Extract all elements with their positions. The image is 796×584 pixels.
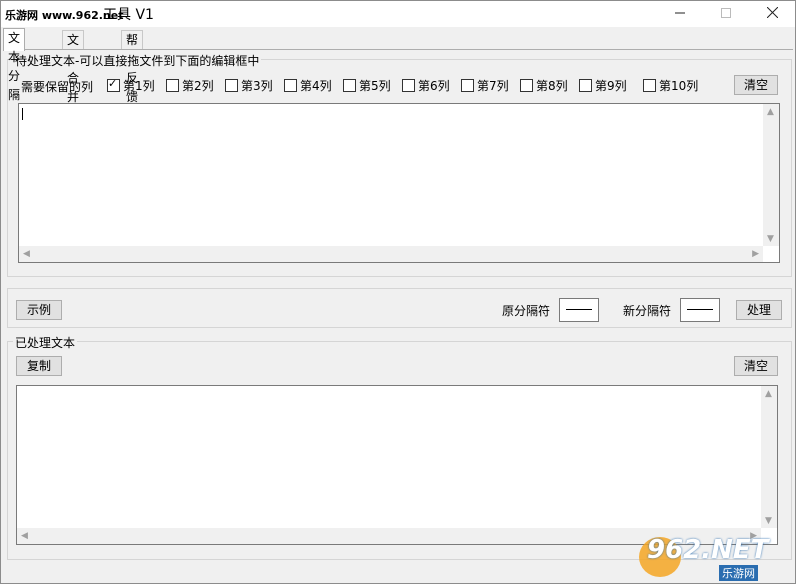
input-horizontal-scrollbar[interactable]: ◀ ▶: [19, 246, 763, 262]
column-checkbox-4[interactable]: 第4列: [284, 77, 332, 93]
checkbox-label: 第5列: [359, 78, 391, 93]
checkbox-label: 第6列: [418, 78, 450, 93]
scroll-up-icon[interactable]: ▲: [765, 389, 772, 399]
separator-dash: [566, 309, 592, 310]
orig-separator-label: 原分隔符: [502, 304, 551, 318]
button-label: 清空: [743, 78, 768, 92]
column-checkbox-9[interactable]: 第9列: [579, 77, 627, 93]
scroll-down-icon[interactable]: ▼: [767, 234, 774, 244]
keep-columns-label: 需要保留的列: [21, 80, 94, 94]
minimize-icon: [675, 12, 685, 14]
input-vertical-scrollbar[interactable]: ▲ ▼: [763, 104, 779, 246]
button-label: 复制: [26, 359, 51, 373]
close-icon: [766, 6, 778, 19]
checkbox-box[interactable]: [284, 78, 297, 92]
title-bar: 乐游网 www.962.net 工具 V1: [1, 1, 795, 27]
checkbox-box[interactable]: [225, 78, 238, 92]
button-label: 示例: [26, 303, 51, 317]
minimize-button[interactable]: [657, 1, 703, 27]
output-vertical-scrollbar[interactable]: ▲ ▼: [761, 386, 777, 528]
column-checkbox-3[interactable]: 第3列: [225, 77, 273, 93]
tab-panel-border: [3, 49, 793, 50]
column-checkbox-1[interactable]: ✓ 第1列: [107, 77, 155, 93]
site-watermark: 962.NET 乐游网: [639, 535, 789, 581]
input-textarea[interactable]: ▲ ▼ ◀ ▶: [18, 103, 780, 263]
column-checkbox-6[interactable]: 第6列: [402, 77, 450, 93]
checkbox-box[interactable]: [520, 78, 533, 92]
app-window: 乐游网 www.962.net 工具 V1 文本分隔 文本合并 帮助反馈 待处理…: [0, 0, 796, 584]
checkbox-box[interactable]: [166, 78, 179, 92]
column-checkbox-5[interactable]: 第5列: [343, 77, 391, 93]
scroll-down-icon[interactable]: ▼: [765, 516, 772, 526]
clear-input-button[interactable]: 清空: [734, 75, 778, 95]
column-checkbox-10[interactable]: 第10列: [643, 77, 698, 93]
checkbox-label: 第9列: [595, 78, 627, 93]
separator-dash: [687, 309, 713, 310]
watermark-sub-text: 乐游网: [719, 565, 758, 581]
checkbox-box[interactable]: [643, 78, 656, 92]
scroll-left-icon[interactable]: ◀: [21, 531, 28, 541]
tab-text-merge[interactable]: 文本合并: [62, 30, 85, 104]
checkbox-label: 第7列: [477, 78, 509, 93]
example-button[interactable]: 示例: [16, 300, 62, 320]
checkbox-label: 第8列: [536, 78, 568, 93]
button-label: 清空: [743, 359, 768, 373]
tab-help-feedback[interactable]: 帮助反馈: [121, 30, 144, 104]
orig-separator-input[interactable]: [559, 298, 599, 322]
checkbox-label: 第1列: [123, 78, 155, 93]
tab-label: 文本分隔: [8, 31, 21, 102]
maximize-button[interactable]: [703, 1, 749, 27]
window-title: 工具 V1: [103, 7, 154, 23]
checkbox-label: 第10列: [659, 78, 699, 93]
copy-button[interactable]: 复制: [16, 356, 62, 376]
output-textarea[interactable]: ▲ ▼ ◀ ▶: [16, 385, 778, 545]
column-checkbox-2[interactable]: 第2列: [166, 77, 214, 93]
checkbox-label: 第2列: [182, 78, 214, 93]
clear-output-button[interactable]: 清空: [734, 356, 778, 376]
process-button[interactable]: 处理: [736, 300, 782, 320]
new-separator-input[interactable]: [680, 298, 720, 322]
action-groupbox: [7, 288, 792, 328]
column-checkbox-8[interactable]: 第8列: [520, 77, 568, 93]
watermark-logo-text: 962.NET: [647, 535, 769, 565]
scroll-left-icon[interactable]: ◀: [23, 249, 30, 259]
new-separator-label: 新分隔符: [623, 304, 672, 318]
close-button[interactable]: [749, 1, 795, 27]
checkbox-box[interactable]: [579, 78, 592, 92]
scroll-up-icon[interactable]: ▲: [767, 107, 774, 117]
button-label: 处理: [746, 303, 771, 317]
column-checkbox-7[interactable]: 第7列: [461, 77, 509, 93]
checkbox-box[interactable]: [402, 78, 415, 92]
maximize-icon: [721, 8, 731, 18]
checkbox-box[interactable]: [461, 78, 474, 92]
scroll-right-icon[interactable]: ▶: [752, 249, 759, 259]
checkbox-label: 第4列: [300, 78, 332, 93]
checkbox-box[interactable]: [343, 78, 356, 92]
input-group-label: 待处理文本-可以直接拖文件到下面的编辑框中: [13, 52, 262, 69]
checkbox-label: 第3列: [241, 78, 273, 93]
checkbox-box[interactable]: ✓: [107, 76, 120, 92]
text-caret: [22, 108, 23, 120]
output-group-label: 已处理文本: [13, 334, 78, 351]
check-icon: ✓: [108, 76, 118, 90]
tab-text-split[interactable]: 文本分隔: [3, 28, 26, 102]
